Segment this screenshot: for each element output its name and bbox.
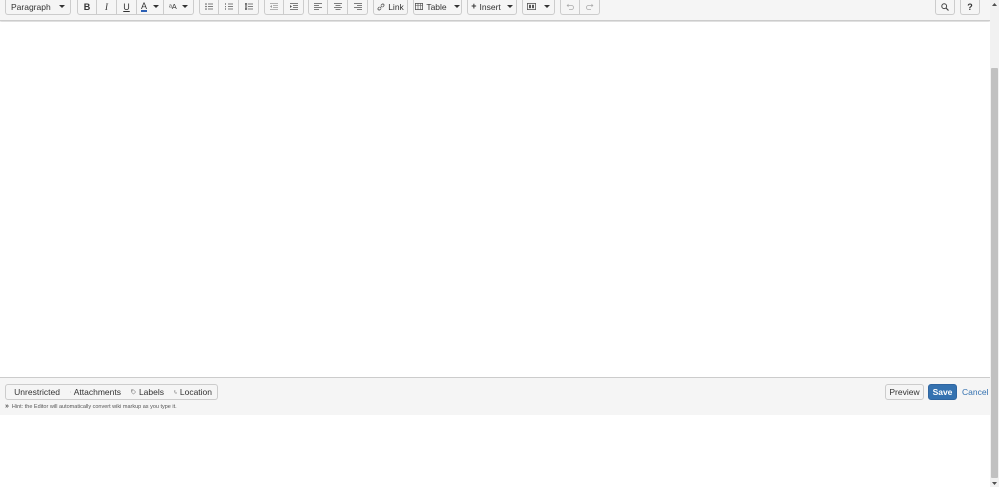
redo-button[interactable] — [580, 0, 600, 15]
find-replace-button[interactable] — [935, 0, 955, 15]
cancel-label: Cancel — [962, 387, 989, 397]
align-right-icon — [353, 3, 362, 10]
scrollbar-thumb[interactable] — [991, 68, 998, 478]
attachments-button[interactable]: Attachments — [65, 384, 127, 400]
align-left-button[interactable] — [308, 0, 328, 15]
double-chevron-right-icon: » — [5, 403, 9, 410]
paragraph-format-label: Paragraph — [11, 1, 51, 12]
cancel-link[interactable]: Cancel — [962, 385, 988, 399]
page-tree-icon — [174, 390, 177, 394]
text-color-button[interactable]: A — [137, 0, 164, 15]
chevron-down-icon — [544, 5, 550, 8]
align-center-icon — [333, 3, 342, 10]
italic-button[interactable]: I — [97, 0, 117, 15]
align-right-button[interactable] — [348, 0, 368, 15]
help-button[interactable]: ? — [960, 0, 980, 15]
numbered-list-icon — [224, 3, 233, 10]
outdent-icon — [270, 3, 278, 10]
help-icon: ? — [967, 1, 973, 12]
save-label: Save — [932, 387, 953, 397]
bullet-list-icon — [205, 3, 213, 10]
text-format-icon: ᵃA — [169, 2, 177, 11]
editor-hint: » Hint: the Editor will automatically co… — [5, 403, 177, 410]
redo-icon — [585, 3, 593, 10]
chevron-down-icon — [453, 5, 460, 8]
restrictions-button[interactable]: Unrestricted — [5, 384, 66, 400]
search-icon — [941, 2, 949, 11]
labels-button[interactable]: Labels — [126, 384, 170, 400]
caret-down-icon — [992, 481, 997, 485]
vertical-scrollbar[interactable] — [990, 0, 999, 487]
editor-toolbar: Paragraph B I U A ᵃA Link Table + Insert… — [0, 0, 990, 21]
text-format-dropdown[interactable]: ᵃA — [164, 0, 194, 15]
chevron-down-icon — [182, 5, 188, 8]
text-color-icon: A — [141, 0, 148, 12]
paragraph-format-dropdown[interactable]: Paragraph — [5, 0, 71, 15]
table-label: Table — [426, 1, 447, 12]
attachments-label: Attachments — [73, 387, 121, 397]
link-label: Link — [388, 1, 404, 12]
numbered-list-button[interactable] — [219, 0, 239, 15]
page-layout-dropdown[interactable] — [522, 0, 555, 15]
editor-footer: Unrestricted Attachments Labels Location… — [0, 377, 990, 415]
undo-button[interactable] — [560, 0, 580, 15]
table-icon — [415, 3, 424, 10]
preview-button[interactable]: Preview — [885, 384, 924, 400]
page-layout-icon — [527, 3, 536, 10]
chevron-down-icon — [153, 5, 159, 8]
editor-content-area[interactable] — [0, 22, 990, 377]
insert-label: Insert — [479, 1, 501, 12]
task-list-button[interactable] — [239, 0, 259, 15]
indent-icon — [289, 3, 298, 10]
link-icon — [377, 3, 385, 10]
restrictions-label: Unrestricted — [14, 387, 60, 397]
align-left-icon — [314, 3, 322, 10]
bold-button[interactable]: B — [77, 0, 97, 15]
location-label: Location — [179, 387, 212, 397]
scroll-up-button[interactable] — [990, 0, 999, 8]
underline-icon: U — [123, 1, 130, 12]
save-button[interactable]: Save — [928, 384, 957, 400]
tag-icon — [131, 389, 136, 395]
editor-window: Paragraph B I U A ᵃA Link Table + Insert… — [0, 0, 990, 487]
paperclip-icon — [70, 391, 71, 393]
outdent-button[interactable] — [264, 0, 284, 15]
undo-icon — [566, 3, 574, 10]
insert-dropdown[interactable]: + Insert — [467, 0, 517, 15]
bold-icon: B — [83, 1, 91, 12]
bullet-list-button[interactable] — [199, 0, 219, 15]
underline-button[interactable]: U — [117, 0, 137, 15]
preview-label: Preview — [889, 387, 920, 397]
plus-icon: + — [471, 1, 477, 11]
task-list-icon — [244, 3, 253, 10]
indent-button[interactable] — [284, 0, 304, 15]
labels-label: Labels — [138, 387, 164, 397]
caret-up-icon — [992, 2, 997, 6]
chevron-down-icon — [59, 5, 65, 8]
link-button[interactable]: Link — [373, 0, 408, 15]
align-center-button[interactable] — [328, 0, 348, 15]
scroll-down-button[interactable] — [990, 479, 999, 487]
italic-icon: I — [105, 1, 108, 12]
hint-text: Hint: the Editor will automatically conv… — [11, 403, 177, 410]
chevron-down-icon — [506, 5, 513, 8]
location-button[interactable]: Location — [169, 384, 218, 400]
table-dropdown[interactable]: Table — [413, 0, 462, 15]
